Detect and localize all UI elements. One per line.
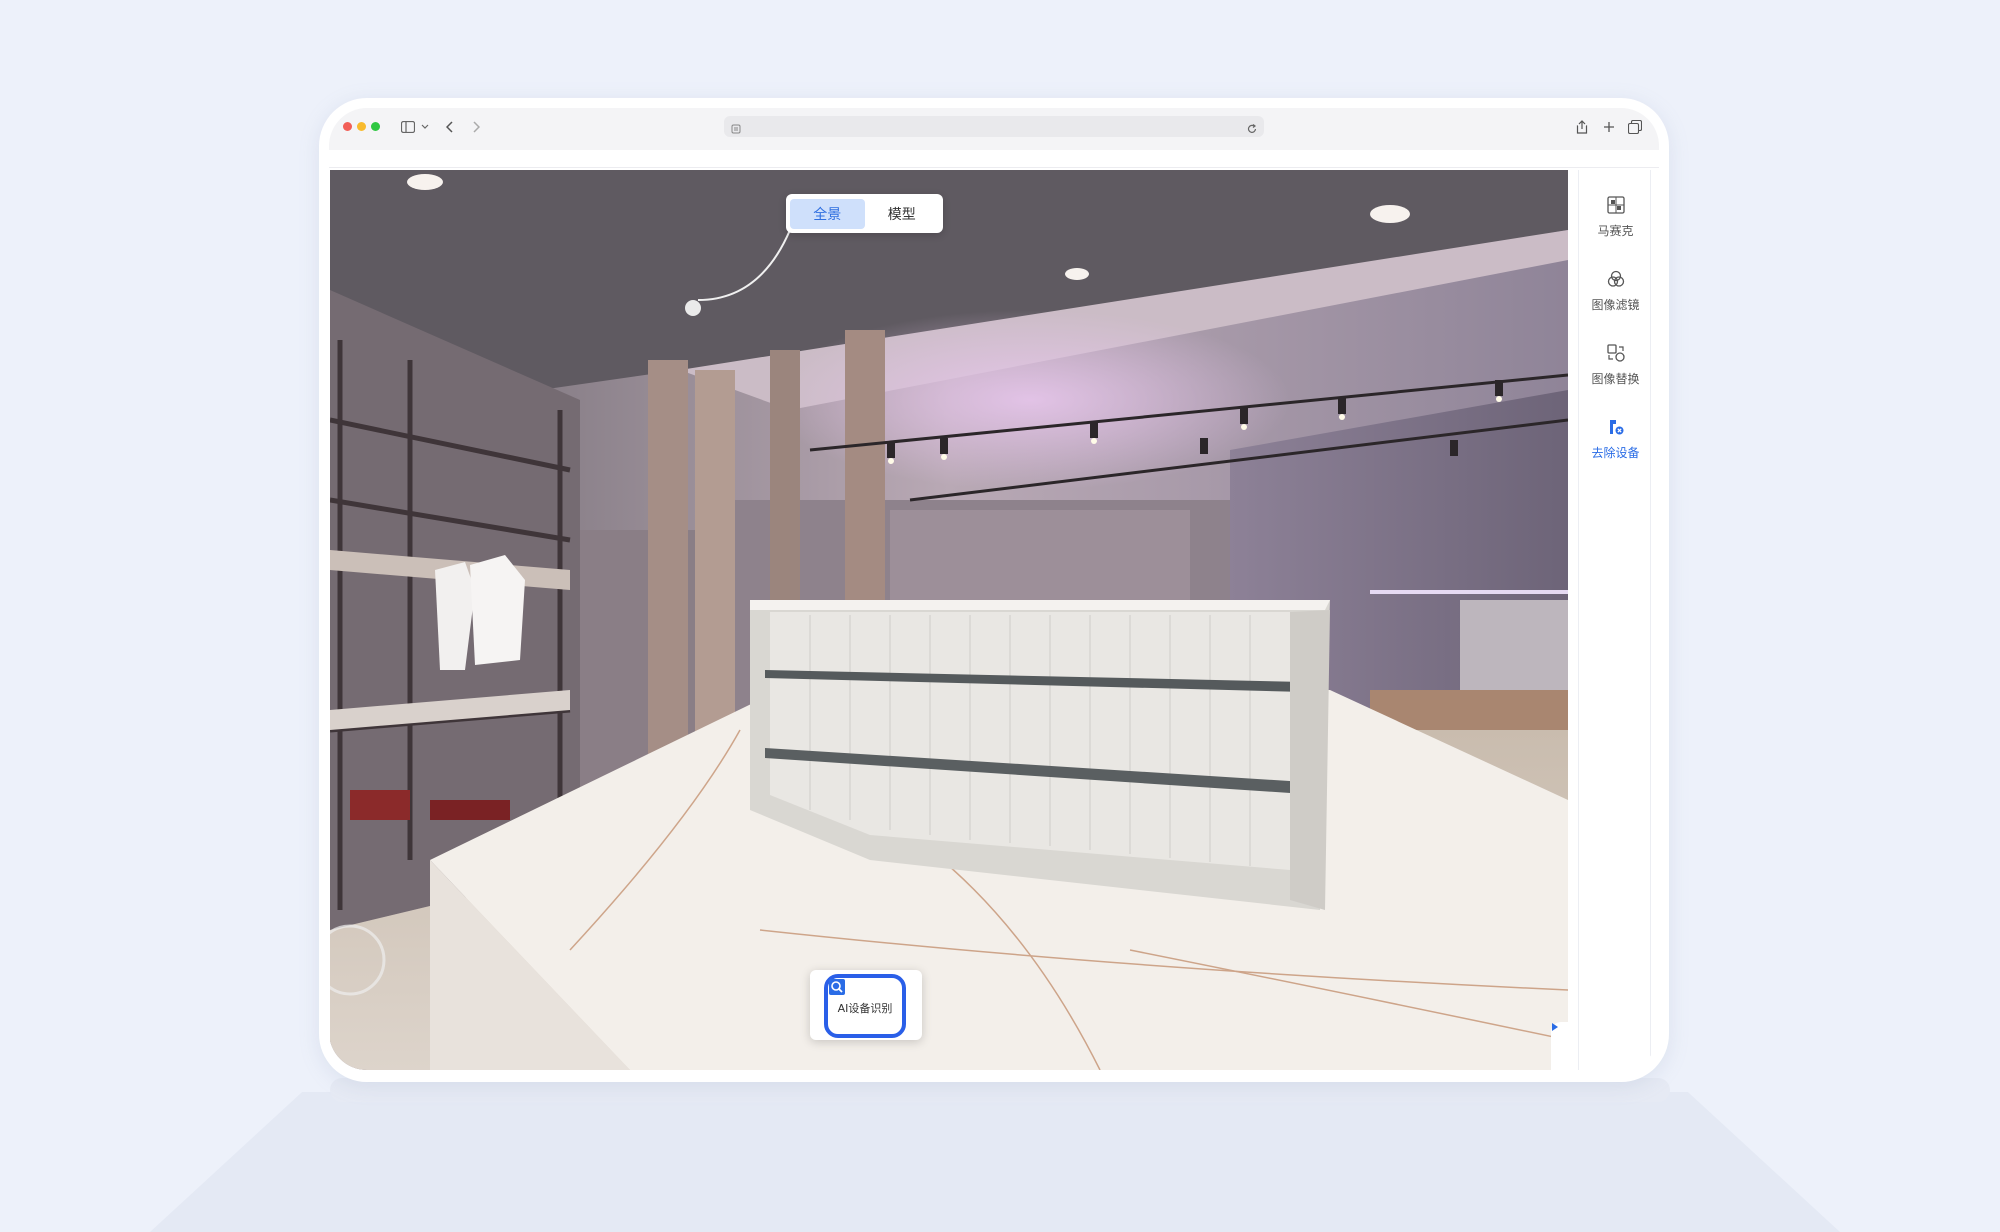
tab-panorama[interactable]: 全景 [790, 198, 865, 229]
minimize-window-button[interactable] [357, 122, 366, 131]
close-window-button[interactable] [343, 122, 352, 131]
ai-device-recognition-panel: AI设备识别 [810, 970, 922, 1040]
tool-mosaic[interactable]: 马赛克 [1579, 194, 1652, 254]
view-toggle: 全景 模型 [786, 194, 943, 233]
image-replace-icon [1605, 342, 1627, 364]
address-bar[interactable] [724, 116, 1264, 137]
reload-icon[interactable] [1246, 120, 1258, 139]
filter-icon [1605, 268, 1627, 290]
maximize-window-button[interactable] [371, 122, 380, 131]
tool-remove-device-label: 去除设备 [1591, 446, 1640, 460]
share-icon[interactable] [1574, 116, 1590, 138]
ai-device-recognition-label: AI设备识别 [837, 1002, 893, 1015]
site-info-icon[interactable] [730, 120, 742, 139]
tool-image-filter-label: 图像滤镜 [1591, 298, 1640, 312]
tool-image-replace-label: 图像替换 [1591, 372, 1640, 386]
tab-model[interactable]: 模型 [865, 199, 940, 229]
tool-image-filter[interactable]: 图像滤镜 [1579, 268, 1652, 328]
remove-device-icon [1605, 416, 1627, 438]
back-icon[interactable] [443, 116, 457, 138]
device-stand [150, 1092, 1840, 1232]
tablet-screen: 全景 模型 AI设备识别 马赛克 图像滤镜 图像替换 去除设备 [329, 108, 1659, 1070]
panorama-scene [330, 170, 1568, 1070]
toolbar-strip [329, 150, 1659, 168]
tab-overview-icon[interactable] [1627, 116, 1643, 138]
ai-device-recognition-button[interactable]: AI设备识别 [824, 974, 906, 1038]
tool-remove-device[interactable]: 去除设备 [1579, 416, 1652, 476]
forward-icon[interactable] [469, 116, 483, 138]
sidebar-toggle-icon[interactable] [399, 116, 417, 138]
mosaic-icon [1605, 194, 1627, 216]
tool-mosaic-label: 马赛克 [1597, 224, 1634, 238]
new-tab-icon[interactable] [1601, 116, 1617, 138]
panel-collapse-button[interactable] [1551, 1022, 1568, 1070]
panorama-viewport[interactable]: 全景 模型 AI设备识别 [330, 170, 1568, 1070]
browser-toolbar [329, 108, 1659, 150]
tool-panel: 马赛克 图像滤镜 图像替换 去除设备 [1578, 170, 1651, 1070]
tool-image-replace[interactable]: 图像替换 [1579, 342, 1652, 402]
chevron-down-icon[interactable] [419, 116, 431, 138]
